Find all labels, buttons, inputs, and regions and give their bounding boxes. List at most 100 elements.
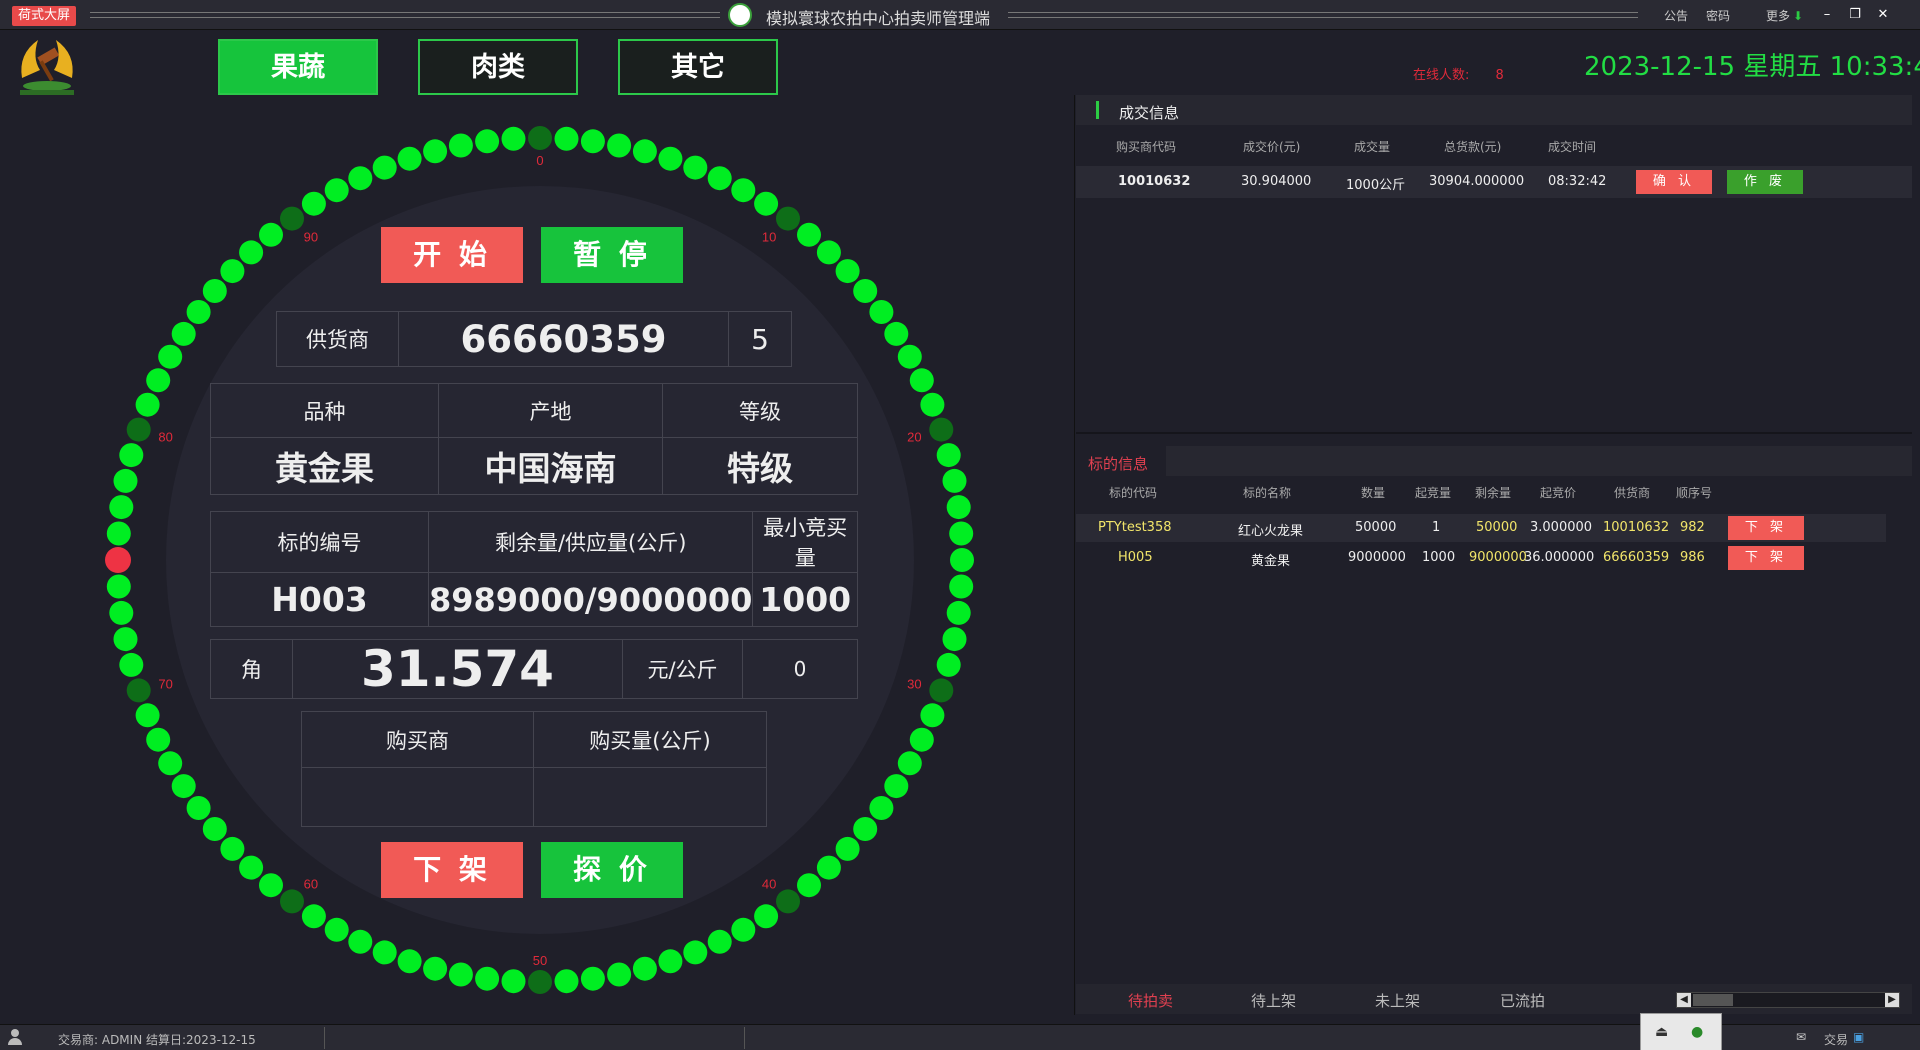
tab-pending-listing[interactable]: 待上架 xyxy=(1251,990,1296,1011)
clock-dot xyxy=(920,703,945,728)
more-link[interactable]: 更多 ⬇ xyxy=(1766,7,1803,24)
buy-qty-header: 购买量(公斤) xyxy=(533,711,767,768)
lot-name: 黄金果 xyxy=(1251,554,1291,569)
deal-panel-header: 成交信息 xyxy=(1076,95,1912,125)
supplier-num: 5 xyxy=(728,311,792,367)
lot-panel-header: 标的信息 xyxy=(1076,446,1912,476)
mail-icon[interactable]: ✉ xyxy=(1796,1030,1806,1044)
tab-fruits-vegetables[interactable]: 果蔬 xyxy=(218,39,378,95)
clock-dot xyxy=(126,678,151,703)
deal-col-price: 成交价(元) xyxy=(1243,140,1301,154)
delist-lot-button[interactable]: 下 架 xyxy=(1728,546,1804,570)
lot-col-remain: 剩余量 xyxy=(1475,486,1512,500)
clock-dot xyxy=(171,774,196,799)
trade-label: 交易 xyxy=(1824,1033,1849,1047)
clock-dot xyxy=(324,917,349,942)
price-table: 角 31.574 元/公斤 0 xyxy=(210,639,858,699)
clock-dot xyxy=(776,206,800,231)
clock-dot xyxy=(448,133,473,158)
notice-link[interactable]: 公告 xyxy=(1664,7,1688,24)
clock-tick-label: 10 xyxy=(762,229,776,244)
clock-dot xyxy=(607,133,632,158)
table-row[interactable]: 10010632 30.904000 1000公斤 30904.000000 0… xyxy=(1076,166,1912,198)
app-logo-icon xyxy=(728,3,752,27)
clock-dot xyxy=(816,240,841,265)
restore-icon[interactable]: ❐ xyxy=(1846,6,1864,24)
clock-dot xyxy=(106,574,131,599)
delist-lot-button[interactable]: 下 架 xyxy=(1728,516,1804,540)
clock-dot xyxy=(528,126,552,150)
tab-meat[interactable]: 肉类 xyxy=(418,39,578,95)
clock-dot xyxy=(658,146,683,171)
panel-divider xyxy=(1074,95,1075,1015)
close-icon[interactable]: ✕ xyxy=(1874,6,1892,24)
lot-col-name: 标的名称 xyxy=(1243,486,1292,500)
void-button[interactable]: 作 废 xyxy=(1727,170,1803,194)
clock-dot xyxy=(397,146,422,171)
datetime-clock: 2023-12-15 星期五 10:33:42 xyxy=(1584,52,1920,82)
tab-not-listed[interactable]: 未上架 xyxy=(1375,990,1420,1011)
table-row[interactable]: H005 黄金果 9000000 1000 9000000 36.000000 … xyxy=(1076,544,1886,572)
pause-button[interactable]: 暂 停 xyxy=(541,227,683,283)
tab-unsold[interactable]: 已流拍 xyxy=(1500,990,1545,1011)
clock-dot xyxy=(259,222,283,247)
clock-dot xyxy=(202,817,227,841)
clock-dot xyxy=(119,443,144,468)
buyer-table: 购买商 购买量(公斤) xyxy=(301,711,767,827)
clock-dot xyxy=(683,155,708,180)
grade-value: 特级 xyxy=(662,437,858,495)
scroll-left-icon[interactable]: ◀ xyxy=(1677,993,1691,1007)
clock-dot xyxy=(423,139,448,164)
lot-seq: 982 xyxy=(1680,520,1705,535)
clock-dot xyxy=(776,889,800,914)
scroll-right-icon[interactable]: ▶ xyxy=(1885,993,1899,1007)
clock-dot xyxy=(897,751,922,776)
delist-button[interactable]: 下 架 xyxy=(381,842,523,898)
lot-code: H005 xyxy=(1118,550,1153,565)
clock-dot xyxy=(884,774,909,799)
clock-dot xyxy=(301,191,326,216)
tab-pending-auction[interactable]: 待拍卖 xyxy=(1128,990,1173,1011)
clock-dot xyxy=(632,956,657,981)
tab-other[interactable]: 其它 xyxy=(618,39,778,95)
horizontal-scrollbar[interactable]: ◀ ▶ xyxy=(1676,992,1900,1008)
clock-dot xyxy=(658,949,683,974)
clock-dot xyxy=(239,240,264,265)
online-count: 在线人数: 8 xyxy=(1413,64,1504,83)
supplier-table: 供货商 66660359 5 xyxy=(276,311,792,367)
lot-table: 标的编号 剩余量/供应量(公斤) 最小竞买量 H003 8989000/9000… xyxy=(210,511,858,627)
lot-remain: 50000 xyxy=(1476,520,1518,535)
arrow-down-icon: ⬇ xyxy=(1793,9,1804,23)
table-row[interactable]: PTYtest358 红心火龙果 50000 1 50000 3.000000 … xyxy=(1076,514,1886,542)
app-title: 模拟寰球农拍中心拍卖师管理端 xyxy=(766,9,991,28)
clock-dot xyxy=(929,678,954,703)
minimize-icon[interactable]: – xyxy=(1818,6,1836,24)
wechat-icon[interactable]: ● xyxy=(1691,1024,1703,1040)
variety-value: 黄金果 xyxy=(210,437,439,495)
password-link[interactable]: 密码 xyxy=(1706,7,1730,24)
clock-dot xyxy=(754,904,779,929)
lot-col-min: 起竞量 xyxy=(1415,486,1452,500)
supplier-code: 66660359 xyxy=(398,311,729,367)
lot-seq: 986 xyxy=(1680,550,1705,565)
start-button[interactable]: 开 始 xyxy=(381,227,523,283)
usb-icon[interactable]: ⏏ xyxy=(1655,1024,1668,1040)
confirm-button[interactable]: 确 认 xyxy=(1636,170,1712,194)
clock-tick-label: 20 xyxy=(907,429,921,444)
variety-header: 品种 xyxy=(210,383,439,438)
clock-dot xyxy=(372,155,397,180)
brand-tag[interactable]: 荷式大屏 xyxy=(12,6,77,26)
lot-panel-title: 标的信息 xyxy=(1088,455,1149,473)
clock-dot xyxy=(259,873,283,898)
clock-tick-label: 30 xyxy=(907,677,921,692)
clock-dot xyxy=(239,855,264,880)
clock-dot xyxy=(501,969,526,994)
clock-dot xyxy=(475,966,500,991)
scroll-thumb[interactable] xyxy=(1693,994,1733,1006)
clock-dot xyxy=(423,956,448,981)
lot-min: 1000 xyxy=(1422,550,1456,565)
probe-price-button[interactable]: 探 价 xyxy=(541,842,683,898)
clock-dot xyxy=(554,126,579,151)
remaining-supply-value: 8989000/9000000 xyxy=(427,572,754,627)
clock-dot xyxy=(580,966,605,991)
